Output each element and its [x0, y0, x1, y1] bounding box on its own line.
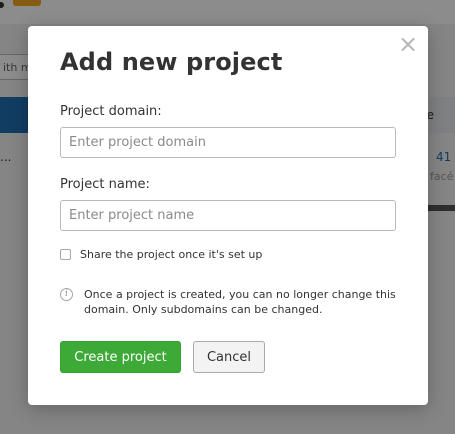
- project-domain-label: Project domain:: [60, 104, 162, 119]
- info-icon: i: [60, 288, 73, 301]
- add-project-dialog: × Add new project Project domain: Projec…: [28, 26, 428, 405]
- share-project-checkbox[interactable]: [60, 249, 71, 260]
- project-name-input[interactable]: [60, 200, 396, 231]
- share-project-label[interactable]: Share the project once it's set up: [80, 248, 262, 261]
- share-project-option[interactable]: Share the project once it's set up: [60, 248, 262, 261]
- dialog-title: Add new project: [60, 48, 283, 76]
- project-name-label: Project name:: [60, 177, 150, 192]
- close-icon[interactable]: ×: [398, 32, 418, 56]
- create-project-button[interactable]: Create project: [60, 341, 181, 373]
- project-domain-input[interactable]: [60, 127, 396, 158]
- info-notice-text: Once a project is created, you can no lo…: [84, 288, 396, 316]
- cancel-button[interactable]: Cancel: [193, 341, 265, 373]
